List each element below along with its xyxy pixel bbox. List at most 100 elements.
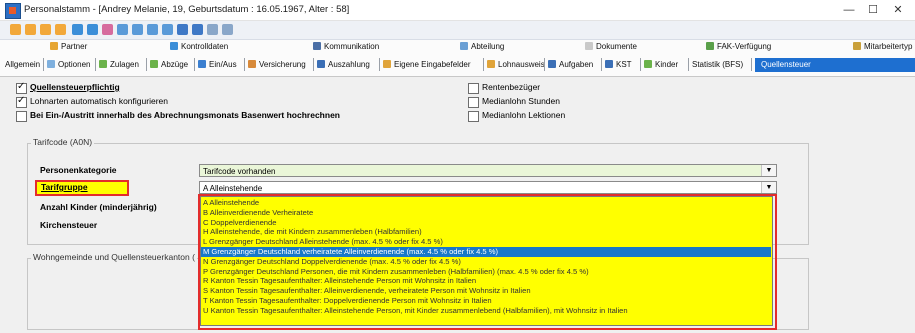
- title-bar: Personalstamm - [Andrey Melanie, 19, Geb…: [0, 0, 915, 21]
- tab-allgemein[interactable]: Allgemein: [5, 58, 40, 72]
- aufgaben-icon: [548, 60, 556, 68]
- tab-partner[interactable]: Partner: [50, 42, 87, 51]
- basenwert-checkbox[interactable]: [16, 111, 27, 122]
- tarifcode-group-label: Tarifcode (A0N): [31, 137, 95, 147]
- tab-separator: [640, 58, 641, 71]
- mitarbeitertyp-icon: [853, 42, 861, 50]
- copy-icon[interactable]: [207, 24, 218, 35]
- dropdown-option[interactable]: N Grenzgänger Deutschland Doppelverdiene…: [201, 257, 771, 267]
- tab-abteilung[interactable]: Abteilung: [460, 42, 504, 51]
- search-icon[interactable]: [222, 24, 233, 35]
- lohnausweis-icon: [487, 60, 495, 68]
- minimize-button[interactable]: —: [838, 2, 860, 18]
- nav-last-icon[interactable]: [55, 24, 66, 35]
- dokumente-icon: [585, 42, 593, 50]
- partner-icon: [50, 42, 58, 50]
- grid-icon[interactable]: [132, 24, 143, 35]
- nav-prev-icon[interactable]: [25, 24, 36, 35]
- anzahl-kinder-label: Anzahl Kinder (minderjährig): [40, 202, 157, 212]
- maximize-button[interactable]: ☐: [862, 2, 884, 18]
- tab-fak-verfuegung[interactable]: FAK-Verfügung: [706, 42, 771, 51]
- edit-icon[interactable]: [102, 24, 113, 35]
- basenwert-label: Bei Ein-/Austritt innerhalb des Abrechnu…: [30, 110, 340, 120]
- dropdown-option[interactable]: C Doppelverdienende: [201, 218, 771, 228]
- medianlohn-lektionen-label: Medianlohn Lektionen: [482, 110, 566, 120]
- versicherung-icon: [248, 60, 256, 68]
- print-icon[interactable]: [192, 24, 203, 35]
- optionen-icon: [47, 60, 55, 68]
- tab-separator: [95, 58, 96, 71]
- nav-next-icon[interactable]: [40, 24, 51, 35]
- list-icon[interactable]: [117, 24, 128, 35]
- app-icon: [5, 3, 21, 19]
- tab-separator: [544, 58, 545, 71]
- tab-zulagen[interactable]: Zulagen: [99, 58, 139, 72]
- dropdown-option[interactable]: S Kanton Tessin Tagesaufenthalter: Allei…: [201, 286, 771, 296]
- tab-separator: [194, 58, 195, 71]
- dropdown-option[interactable]: U Kanton Tessin Tagesaufenthalter: Allei…: [201, 306, 771, 316]
- rentenbezueger-label: Rentenbezüger: [482, 82, 541, 92]
- tab-kst[interactable]: KST: [605, 58, 632, 72]
- sort-icon[interactable]: [72, 24, 83, 35]
- tab-versicherung[interactable]: Versicherung: [248, 58, 306, 72]
- dropdown-option[interactable]: B Alleinverdienende Verheiratete: [201, 208, 771, 218]
- tree-icon[interactable]: [147, 24, 158, 35]
- tab-optionen[interactable]: Optionen: [47, 58, 90, 72]
- window-title: Personalstamm - [Andrey Melanie, 19, Geb…: [24, 4, 350, 15]
- tab-ein-aus[interactable]: Ein/Aus: [198, 58, 237, 72]
- tab-separator: [601, 58, 602, 71]
- wohngemeinde-group-label: Wohngemeinde und Quellensteuerkanton (: [31, 252, 197, 262]
- abteilung-icon: [460, 42, 468, 50]
- dropdown-option[interactable]: T Kanton Tessin Tagesaufenthalter: Doppe…: [201, 296, 771, 306]
- tab-dokumente[interactable]: Dokumente: [585, 42, 637, 51]
- tab-strip: Partner Kontrolldaten Kommunikation Abte…: [0, 40, 915, 77]
- medianlohn-stunden-label: Medianlohn Stunden: [482, 96, 560, 106]
- tab-aufgaben[interactable]: Aufgaben: [548, 58, 593, 72]
- dropdown-option[interactable]: A Alleinstehende: [201, 198, 771, 208]
- tab-abzuege[interactable]: Abzüge: [150, 58, 188, 72]
- tab-statistik-bfs[interactable]: Statistik (BFS): [692, 58, 743, 72]
- medianlohn-stunden-checkbox[interactable]: [468, 97, 479, 108]
- personenkategorie-select[interactable]: Tarifcode vorhanden ▼: [199, 164, 777, 177]
- tarifgruppe-label: Tarifgruppe: [41, 182, 88, 192]
- tab-lohnausweis[interactable]: Lohnausweis: [487, 58, 545, 72]
- tab-kontrolldaten[interactable]: Kontrolldaten: [170, 42, 228, 51]
- tab-separator: [483, 58, 484, 71]
- medianlohn-lektionen-checkbox[interactable]: [468, 111, 479, 122]
- kst-icon: [605, 60, 613, 68]
- close-button[interactable]: ✕: [887, 2, 909, 18]
- lohnarten-auto-checkbox[interactable]: [16, 95, 27, 108]
- tab-kommunikation[interactable]: Kommunikation: [313, 42, 379, 51]
- tab-kinder[interactable]: Kinder: [644, 58, 678, 72]
- dropdown-option-selected[interactable]: M Grenzgänger Deutschland verheiratete A…: [201, 247, 771, 257]
- tab-quellensteuer[interactable]: Quellensteuer: [755, 58, 915, 72]
- toolbar: [0, 21, 915, 40]
- chevron-down-icon: ▼: [761, 165, 776, 176]
- tarifgruppe-dropdown-list: A Alleinstehende B Alleinverdienende Ver…: [198, 194, 777, 330]
- kontrolldaten-icon: [170, 42, 178, 50]
- tab-eigene-eingabefelder[interactable]: Eigene Eingabefelder: [383, 58, 471, 72]
- calendar-icon[interactable]: [162, 24, 173, 35]
- zulagen-icon: [99, 60, 107, 68]
- kirchensteuer-label: Kirchensteuer: [40, 220, 98, 230]
- dropdown-option[interactable]: R Kanton Tessin Tagesaufenthalter: Allei…: [201, 276, 771, 286]
- tab-mitarbeitertyp[interactable]: Mitarbeitertyp: [853, 42, 912, 51]
- tab-separator: [751, 58, 752, 71]
- abzuege-icon: [150, 60, 158, 68]
- tarifgruppe-select[interactable]: A Alleinstehende ▼: [199, 181, 777, 194]
- nav-first-icon[interactable]: [10, 24, 21, 35]
- dropdown-option[interactable]: H Alleinstehende, die mit Kindern zusamm…: [201, 227, 771, 237]
- filter-icon[interactable]: [87, 24, 98, 35]
- rentenbezueger-checkbox[interactable]: [468, 83, 479, 94]
- personenkategorie-label: Personenkategorie: [40, 165, 117, 175]
- tab-separator: [313, 58, 314, 71]
- eingabefelder-icon: [383, 60, 391, 68]
- quellensteuerpflichtig-checkbox[interactable]: [16, 81, 27, 94]
- tab-separator: [146, 58, 147, 71]
- tab-auszahlung[interactable]: Auszahlung: [317, 58, 370, 72]
- save-icon[interactable]: [177, 24, 188, 35]
- kommunikation-icon: [313, 42, 321, 50]
- dropdown-option[interactable]: L Grenzgänger Deutschland Alleinstehende…: [201, 237, 771, 247]
- dropdown-option[interactable]: P Grenzgänger Deutschland Personen, die …: [201, 267, 771, 277]
- auszahlung-icon: [317, 60, 325, 68]
